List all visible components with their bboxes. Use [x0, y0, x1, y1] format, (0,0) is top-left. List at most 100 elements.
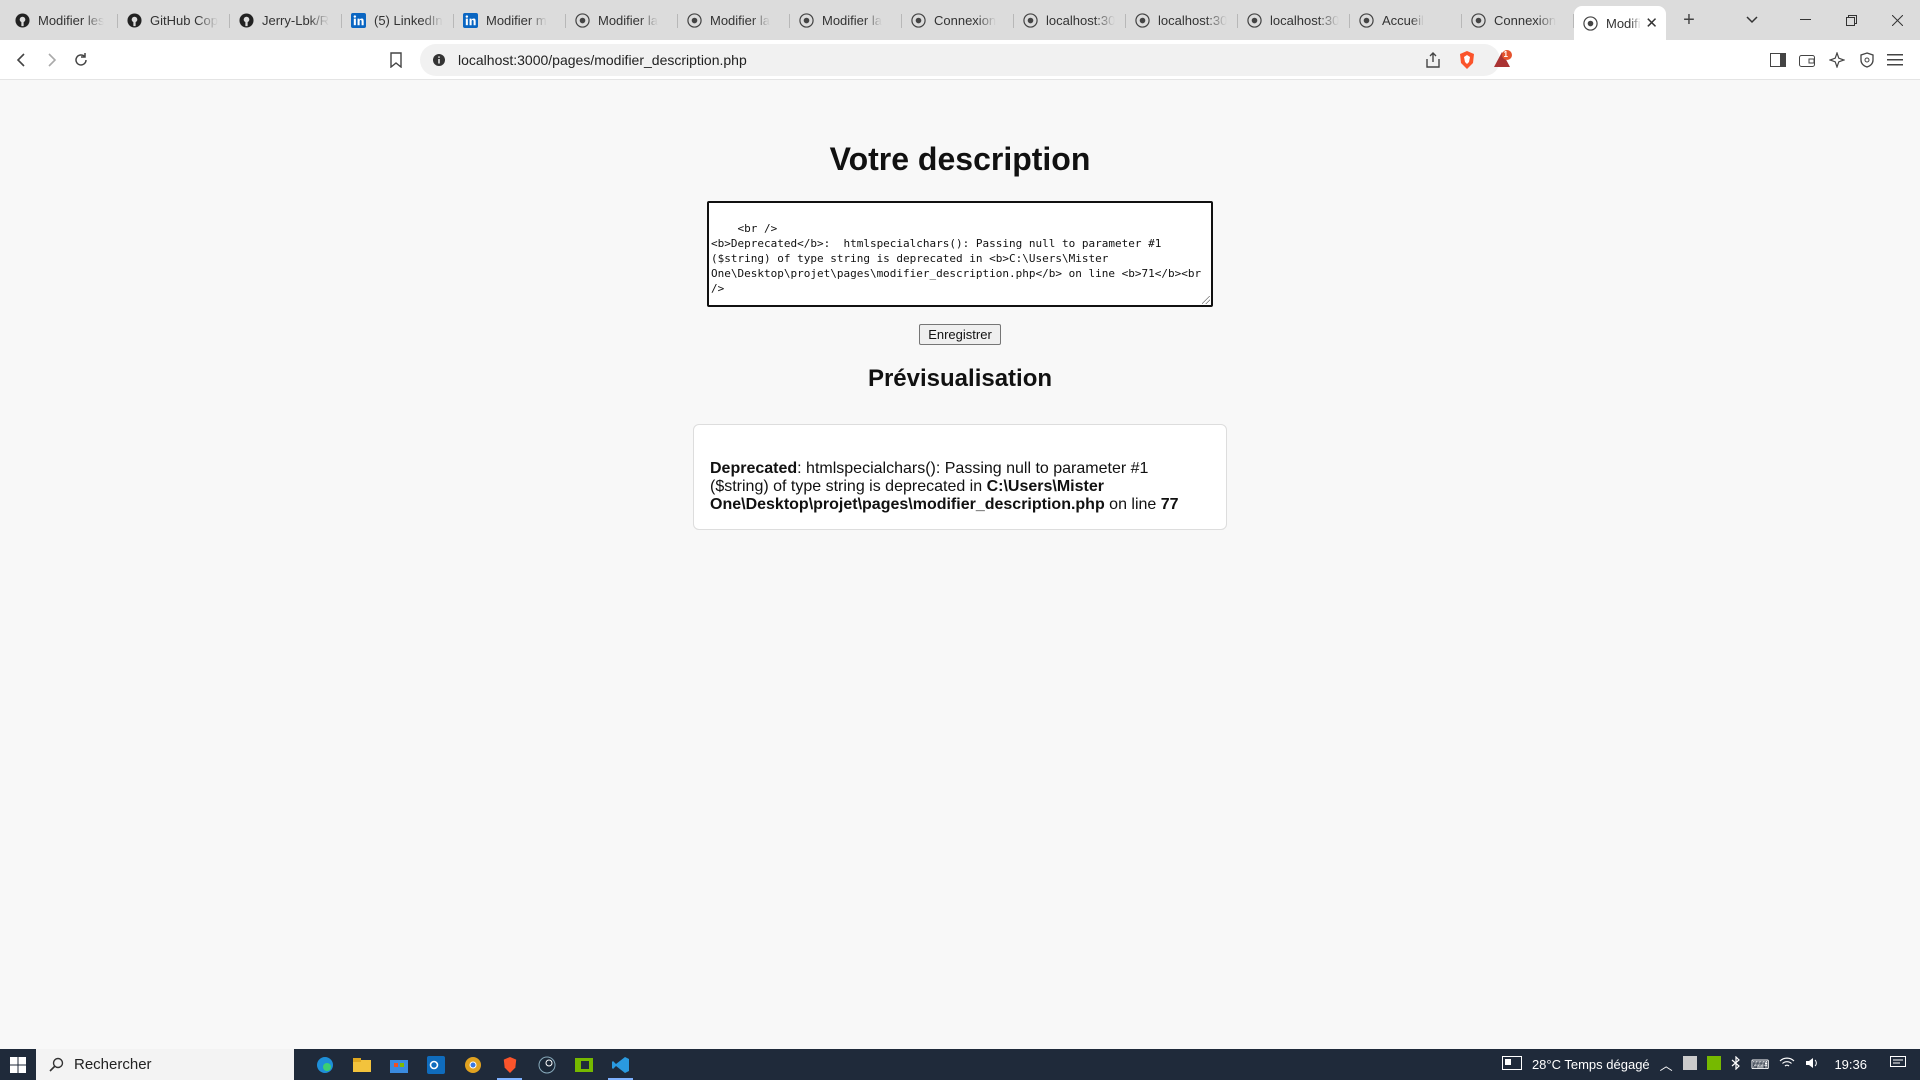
save-button[interactable]: Enregistrer [919, 324, 1001, 345]
preview-title: Prévisualisation [867, 365, 1053, 392]
vpn-shield-icon[interactable] [1855, 48, 1879, 72]
nvidia-icon[interactable] [565, 1049, 602, 1080]
tab-label: GitHub Cop [150, 12, 218, 28]
tab[interactable]: localhost:30 [1126, 5, 1238, 35]
globe-icon [574, 12, 590, 28]
globe-icon [1358, 12, 1374, 28]
outlook-icon[interactable] [417, 1049, 454, 1080]
description-textarea[interactable]: <br /> <b>Deprecated</b>: htmlspecialcha… [707, 201, 1213, 307]
bookmark-icon[interactable] [384, 48, 408, 72]
browser-toolbar: localhost:3000/pages/modifier_descriptio… [0, 40, 1920, 80]
minimize-icon[interactable] [1782, 0, 1828, 40]
tab[interactable]: (5) LinkedIn [342, 5, 454, 35]
edge-icon[interactable] [306, 1049, 343, 1080]
tray-chevron-icon[interactable]: ︿ [1660, 1055, 1673, 1074]
input-method-icon[interactable]: ⌨ [1751, 1057, 1770, 1073]
window-controls [1782, 0, 1920, 40]
windows-start-icon[interactable] [0, 1049, 36, 1080]
globe-icon [798, 12, 814, 28]
forward-arrow-icon[interactable] [39, 48, 63, 72]
linkedin-icon [350, 12, 366, 28]
brave-shields-icon[interactable] [1458, 50, 1476, 75]
site-info-icon[interactable] [432, 53, 446, 72]
globe-icon [1582, 15, 1598, 31]
tab-list: Modifier les GitHub Cop Jerry-Lbk/R (5) Lin… [0, 0, 1666, 40]
textarea-text: <br /> <b>Deprecated</b>: htmlspecialcha… [711, 222, 1202, 295]
leo-ai-icon[interactable] [1825, 48, 1849, 72]
resize-handle-icon[interactable] [1202, 296, 1210, 304]
clock-time[interactable]: 19:36 [1834, 1057, 1867, 1072]
globe-icon [1470, 12, 1486, 28]
tab-label: Connexion [934, 12, 997, 28]
tab-label: Modifier la [598, 12, 658, 28]
tab-label: localhost:30 [1270, 12, 1340, 28]
address-bar[interactable]: localhost:3000/pages/modifier_descriptio… [420, 44, 1512, 76]
tray-app-icon[interactable] [1682, 1056, 1697, 1073]
github-icon [238, 12, 254, 28]
tab-label: (5) LinkedIn [374, 12, 443, 28]
volume-icon[interactable] [1805, 1056, 1821, 1073]
tab[interactable]: localhost:30 [1014, 5, 1126, 35]
tab[interactable]: Jerry-Lbk/R [230, 5, 342, 35]
preview-line-number: 77 [1160, 496, 1179, 513]
tab-label: Modifier m [486, 12, 547, 28]
globe-icon [686, 12, 702, 28]
page-content: Votre description <br /> <b>Deprecated</… [0, 81, 1920, 1049]
page-title: Votre description [829, 141, 1091, 177]
linkedin-icon [462, 12, 478, 28]
wallet-icon[interactable] [1795, 48, 1819, 72]
tab[interactable]: Connexion [1462, 5, 1574, 35]
tab[interactable]: Accueil [1350, 5, 1462, 35]
preview-on-line: on line [1104, 496, 1161, 513]
share-icon[interactable] [1424, 51, 1442, 74]
close-tab-icon[interactable]: ✕ [1645, 14, 1658, 32]
url-text: localhost:3000/pages/modifier_descriptio… [458, 52, 747, 68]
tab[interactable]: Modifier la [566, 5, 678, 35]
tab[interactable]: Modifier la [678, 5, 790, 35]
bluetooth-icon[interactable] [1731, 1055, 1741, 1073]
tab[interactable]: Connexion [902, 5, 1014, 35]
weather-text[interactable]: 28°C Temps dégagé [1532, 1057, 1650, 1072]
tray-nvidia-icon[interactable] [1706, 1056, 1721, 1073]
brave-taskbar-icon[interactable] [491, 1049, 528, 1080]
close-window-icon[interactable] [1874, 0, 1920, 40]
globe-icon [910, 12, 926, 28]
new-tab-button[interactable]: + [1674, 5, 1704, 35]
tab[interactable]: Modifier m [454, 5, 566, 35]
tab[interactable]: Modifier les [6, 5, 118, 35]
tab[interactable]: localhost:30 [1238, 5, 1350, 35]
tab-label: Modifi [1606, 15, 1641, 31]
store-icon[interactable] [380, 1049, 417, 1080]
tab-search-chevron-icon[interactable] [1734, 0, 1770, 40]
reload-icon[interactable] [69, 48, 93, 72]
wifi-icon[interactable] [1779, 1057, 1795, 1072]
tab[interactable]: GitHub Cop [118, 5, 230, 35]
tab-active[interactable]: Modifi ✕ [1574, 6, 1666, 40]
news-widget-icon[interactable] [1501, 1056, 1522, 1073]
preview-card: Deprecated: htmlspecialchars(): Passing … [693, 424, 1227, 530]
brave-rewards-icon[interactable]: 1 [1492, 50, 1512, 75]
tab-strip: Modifier les GitHub Cop Jerry-Lbk/R (5) Lin… [0, 0, 1920, 40]
system-tray: 28°C Temps dégagé ︿ ⌨ 19:36 [1497, 1049, 1920, 1080]
tab-label: Connexion [1494, 12, 1557, 28]
file-explorer-icon[interactable] [343, 1049, 380, 1080]
tab-label: Accueil [1382, 12, 1424, 28]
restore-icon[interactable] [1828, 0, 1874, 40]
sidebar-icon[interactable] [1766, 48, 1790, 72]
tab[interactable]: Modifier la [790, 5, 902, 35]
tab-label: localhost:30 [1158, 12, 1228, 28]
taskbar: Rechercher 28°C Temps dégagé ︿ ⌨ 19:36 [0, 1049, 1920, 1080]
github-icon [14, 12, 30, 28]
globe-icon [1022, 12, 1038, 28]
search-placeholder: Rechercher [74, 1056, 152, 1073]
github-icon [126, 12, 142, 28]
vscode-icon[interactable] [602, 1049, 639, 1080]
notifications-icon[interactable] [1890, 1056, 1906, 1073]
notification-badge: 1 [1503, 50, 1508, 59]
tab-label: Modifier la [822, 12, 882, 28]
chrome-icon[interactable] [454, 1049, 491, 1080]
steam-icon[interactable] [528, 1049, 565, 1080]
taskbar-search[interactable]: Rechercher [36, 1049, 294, 1080]
menu-icon[interactable] [1883, 48, 1907, 72]
back-arrow-icon[interactable] [10, 48, 34, 72]
